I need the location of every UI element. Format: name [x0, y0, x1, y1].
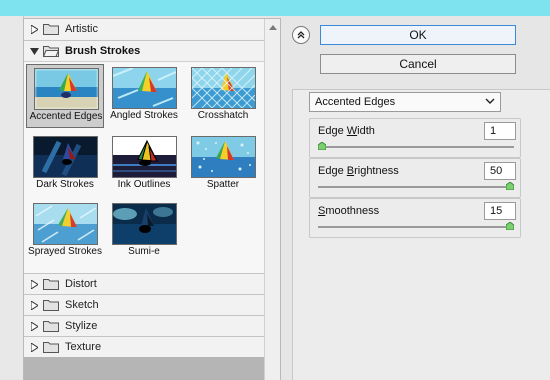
smoothness-slider-thumb[interactable] — [506, 222, 514, 230]
filter-select-dropdown[interactable]: Accented Edges — [309, 92, 501, 112]
expand-triangle-icon[interactable] — [27, 300, 41, 310]
category-label: Texture — [65, 341, 102, 353]
filter-label: Crosshatch — [197, 110, 249, 121]
category-label: Brush Strokes — [65, 45, 141, 57]
filter-thumb-dark-strokes[interactable]: Dark Strokes — [26, 133, 104, 197]
collapse-gallery-button[interactable] — [292, 26, 310, 44]
category-label: Sketch — [65, 299, 99, 311]
filter-label: Dark Strokes — [36, 179, 94, 190]
category-label: Distort — [65, 278, 97, 290]
folder-icon — [43, 300, 59, 311]
filter-label: Ink Outlines — [117, 179, 171, 190]
chevron-down-icon — [485, 98, 495, 104]
filter-thumb-sprayed-strokes[interactable]: Sprayed Strokes — [26, 200, 104, 264]
category-sketch[interactable]: Sketch — [24, 294, 264, 315]
left-edge-panel — [0, 16, 24, 379]
edge-width-input[interactable]: 1 — [484, 122, 516, 140]
edge-width-slider-track[interactable] — [318, 146, 514, 148]
thumbnail-image — [112, 203, 177, 245]
filter-thumb-crosshatch[interactable]: Crosshatch — [184, 64, 262, 128]
category-brush-strokes[interactable]: Brush Strokes — [24, 40, 264, 61]
filter-select-value: Accented Edges — [315, 96, 396, 108]
collapse-triangle-icon[interactable] — [27, 47, 41, 55]
filter-settings-panel: OK Cancel Accented Edges Edge Width 1 Ed… — [292, 16, 550, 380]
filter-thumb-ink-outlines[interactable]: Ink Outlines — [105, 133, 183, 197]
smoothness-slider-track[interactable] — [318, 226, 514, 228]
category-stylize[interactable]: Stylize — [24, 315, 264, 336]
param-smoothness: Smoothness 15 — [309, 198, 521, 238]
filter-gallery-panel: Artistic Brush Strokes Accented Edges An… — [23, 18, 281, 380]
category-distort[interactable]: Distort — [24, 273, 264, 294]
thumbnail-image — [33, 136, 98, 178]
thumbnail-image — [191, 136, 256, 178]
filter-options-area: Accented Edges Edge Width 1 Edge Brightn… — [292, 89, 550, 380]
param-edge-width: Edge Width 1 — [309, 118, 521, 158]
folder-icon — [43, 24, 59, 35]
filter-thumbnail-grid: Accented Edges Angled Strokes Crosshatch… — [24, 61, 264, 274]
param-edge-brightness: Edge Brightness 50 — [309, 158, 521, 198]
double-chevron-up-icon — [297, 31, 305, 39]
folder-icon — [43, 342, 59, 353]
filter-label: Angled Strokes — [110, 110, 178, 121]
expand-triangle-icon[interactable] — [27, 342, 41, 352]
folder-open-icon — [43, 46, 59, 57]
scroll-up-arrow-icon[interactable] — [265, 19, 280, 35]
param-label: Edge Brightness — [318, 165, 399, 177]
param-label: Smoothness — [318, 205, 380, 217]
edge-width-slider-thumb[interactable] — [318, 142, 326, 150]
folder-icon — [43, 321, 59, 332]
smoothness-input[interactable]: 15 — [484, 202, 516, 220]
window-top-bar — [0, 0, 550, 16]
expand-triangle-icon[interactable] — [27, 279, 41, 289]
thumbnail-image — [191, 67, 256, 109]
expand-triangle-icon[interactable] — [27, 321, 41, 331]
filter-label: Spatter — [206, 179, 240, 190]
filter-label: Sumi-e — [128, 246, 160, 257]
param-label: Edge Width — [318, 125, 375, 137]
thumbnail-image — [34, 68, 99, 110]
filter-label: Accented Edges — [29, 111, 103, 122]
gallery-scrollbar[interactable] — [264, 19, 280, 380]
category-artistic[interactable]: Artistic — [24, 19, 264, 39]
thumbnail-image — [112, 136, 177, 178]
category-texture[interactable]: Texture — [24, 336, 264, 357]
filter-thumb-accented-edges[interactable]: Accented Edges — [26, 64, 104, 128]
category-label: Stylize — [65, 320, 98, 332]
filter-thumb-sumi-e[interactable]: Sumi-e — [105, 200, 183, 264]
edge-brightness-input[interactable]: 50 — [484, 162, 516, 180]
edge-brightness-slider-track[interactable] — [318, 186, 514, 188]
expand-triangle-icon[interactable] — [27, 24, 41, 34]
folder-icon — [43, 279, 59, 290]
filter-gallery-list: Artistic Brush Strokes Accented Edges An… — [24, 19, 264, 380]
gallery-empty-area — [24, 357, 264, 380]
filter-label: Sprayed Strokes — [28, 246, 102, 257]
thumbnail-image — [112, 67, 177, 109]
filter-thumb-angled-strokes[interactable]: Angled Strokes — [105, 64, 183, 128]
edge-brightness-slider-thumb[interactable] — [506, 182, 514, 190]
cancel-button[interactable]: Cancel — [320, 54, 516, 74]
filter-thumb-spatter[interactable]: Spatter — [184, 133, 262, 197]
ok-button[interactable]: OK — [320, 25, 516, 45]
category-label: Artistic — [65, 23, 98, 35]
thumbnail-image — [33, 203, 98, 245]
